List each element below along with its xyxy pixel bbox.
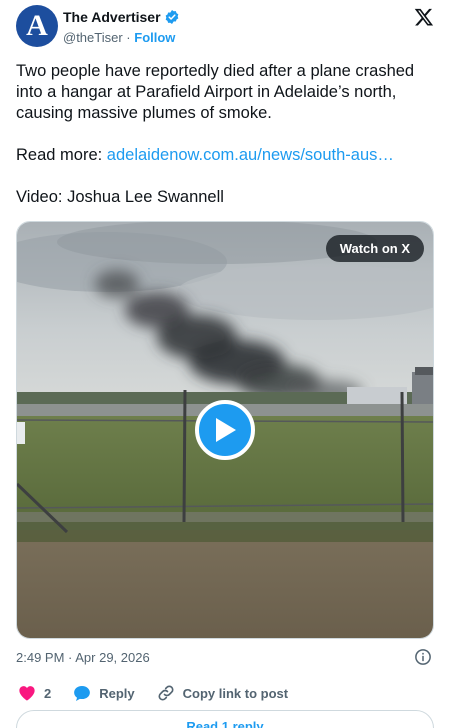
- read-replies-label: Read 1 reply: [186, 719, 264, 728]
- avatar-letter: A: [26, 9, 48, 42]
- post-paragraph: Two people have reportedly died after a …: [16, 62, 419, 122]
- copy-link-button[interactable]: Copy link to post: [157, 684, 288, 702]
- action-bar: 2 Reply Copy link to post: [18, 684, 310, 702]
- reply-bubble-icon: [74, 685, 91, 701]
- link-icon: [158, 685, 174, 701]
- copy-link-label: Copy link to post: [182, 685, 289, 701]
- author-name-row: The Advertiser: [63, 9, 180, 25]
- heart-icon: [19, 686, 35, 701]
- post-timestamp[interactable]: 2:49 PM · Apr 29, 2026: [16, 650, 150, 665]
- read-replies-button[interactable]: Read 1 reply: [16, 710, 434, 728]
- author-display-name[interactable]: The Advertiser: [63, 9, 161, 25]
- info-icon[interactable]: [414, 648, 432, 666]
- author-handle[interactable]: @theTiser: [63, 30, 123, 45]
- like-count: 2: [44, 685, 52, 701]
- play-button[interactable]: [195, 400, 255, 460]
- embedded-post: A The Advertiser @theTiser · Follow Two …: [0, 0, 450, 728]
- post-text: Two people have reportedly died after a …: [16, 61, 436, 208]
- follow-button[interactable]: Follow: [134, 30, 175, 45]
- verified-badge-icon: [165, 10, 178, 24]
- reply-label: Reply: [99, 685, 135, 701]
- author-handle-row: @theTiser · Follow: [63, 30, 175, 45]
- video-thumbnail[interactable]: Watch on X: [16, 221, 434, 639]
- play-icon: [216, 418, 236, 442]
- video-credit: Video: Joshua Lee Swannell: [16, 188, 224, 206]
- article-link[interactable]: adelaidenow.com.au/news/south-aus…: [107, 146, 394, 164]
- reply-button[interactable]: Reply: [73, 685, 135, 702]
- like-button[interactable]: 2: [18, 685, 51, 701]
- read-more-prefix: Read more:: [16, 146, 107, 164]
- x-logo-icon[interactable]: [414, 7, 434, 27]
- read-more-line: Read more: adelaidenow.com.au/news/south…: [16, 145, 436, 166]
- watch-on-x-button[interactable]: Watch on X: [325, 235, 424, 262]
- avatar[interactable]: A: [16, 5, 58, 47]
- handle-separator: ·: [122, 30, 135, 45]
